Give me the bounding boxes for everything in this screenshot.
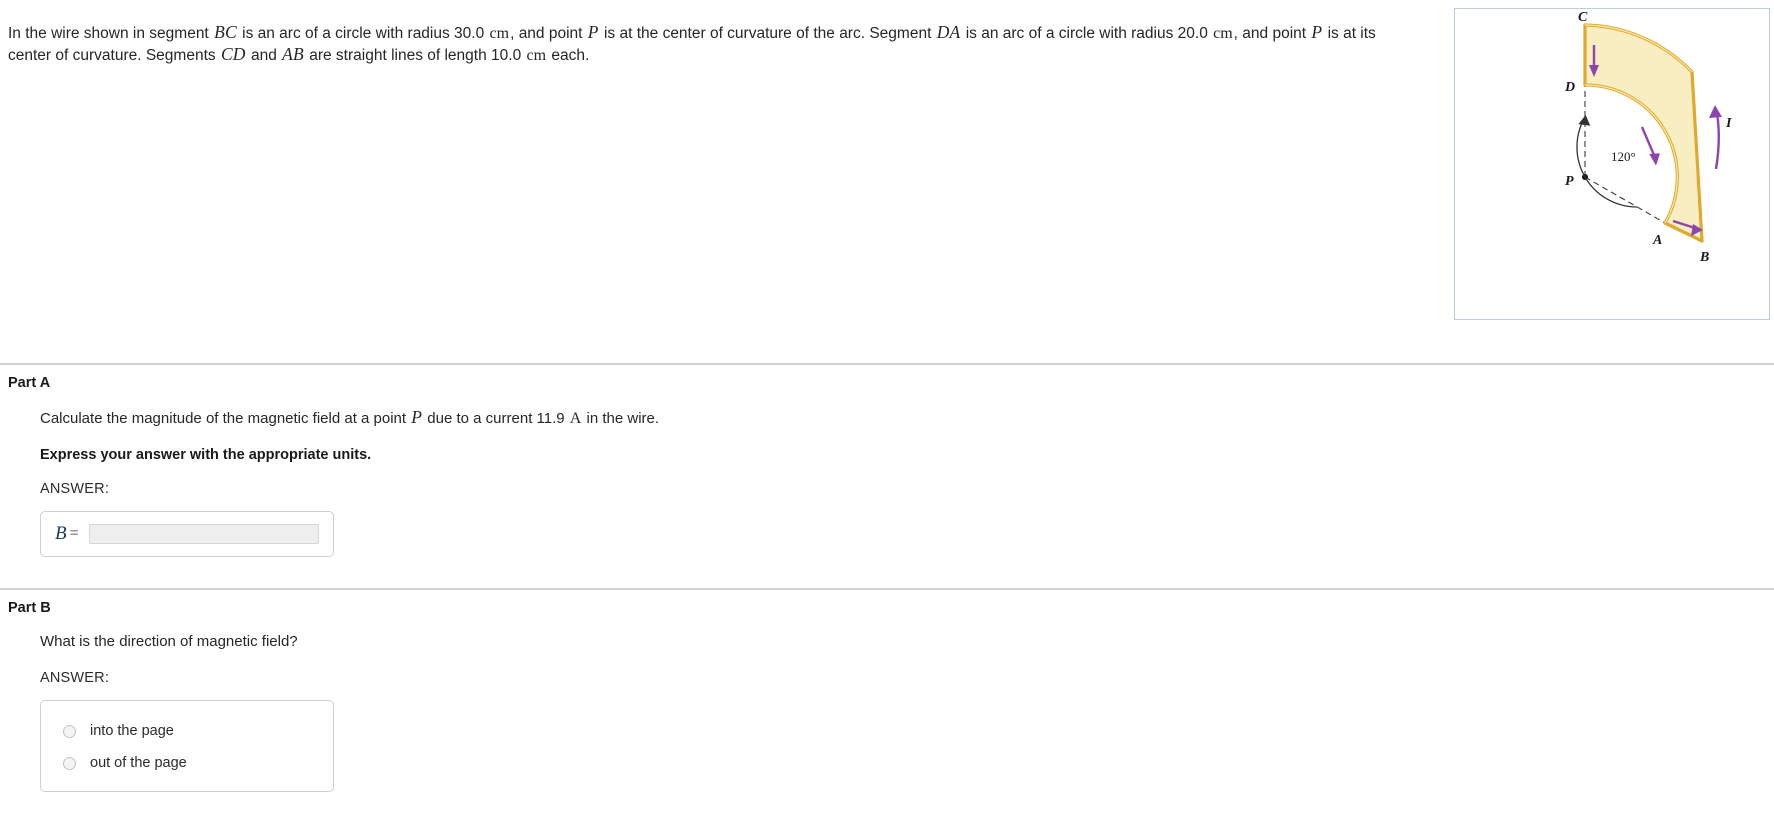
equals-sign: = (69, 525, 79, 542)
figure-label-p: P (1565, 174, 1574, 189)
figure-label-angle: 120° (1611, 149, 1636, 164)
section-divider-part-b (0, 588, 1774, 590)
figure-label-b: B (1699, 250, 1709, 265)
math-variable: P (1311, 21, 1323, 42)
part-b-answer-box: into the page out of the page (40, 700, 334, 792)
part-a-prompt: Calculate the magnitude of the magnetic … (40, 407, 660, 427)
math-unit: cm (526, 46, 547, 64)
math-variable: P (587, 21, 599, 42)
part-a-title: Part A (8, 375, 51, 391)
part-b-prompt: What is the direction of magnetic field? (40, 633, 298, 650)
part-a-answer-box: B = (40, 511, 334, 557)
field-symbol-b: B (55, 523, 67, 544)
math-unit: A (569, 410, 582, 427)
section-divider-part-a (0, 363, 1774, 365)
radio-button-icon[interactable] (63, 724, 76, 738)
problem-figure-panel: C D P A B I 120° (1454, 8, 1770, 320)
math-variable: AB (282, 43, 304, 64)
figure-label-current: I (1725, 116, 1732, 131)
radio-option-label: into the page (90, 723, 174, 739)
math-variable: CD (220, 43, 246, 64)
math-variable: P (411, 407, 423, 427)
radio-option-into-the-page[interactable]: into the page (41, 715, 333, 747)
part-a-answer-label: ANSWER: (40, 481, 110, 497)
part-b-answer-label: ANSWER: (40, 670, 110, 686)
part-b-section: Part B What is the direction of magnetic… (0, 600, 1774, 792)
radio-option-out-of-the-page[interactable]: out of the page (41, 747, 333, 779)
figure-label-c: C (1578, 10, 1588, 25)
radio-option-label: out of the page (90, 755, 187, 771)
math-variable: BC (214, 21, 237, 42)
part-b-title: Part B (8, 600, 51, 616)
problem-statement-region: In the wire shown in segment BC is an ar… (0, 0, 1774, 330)
math-unit: cm (489, 24, 510, 42)
math-variable: DA (936, 21, 961, 42)
math-unit: cm (1213, 24, 1233, 42)
part-a-instruction: Express your answer with the appropriate… (40, 447, 372, 463)
part-a-answer-input[interactable] (88, 524, 319, 544)
figure-label-a: A (1652, 233, 1662, 248)
problem-statement-text: In the wire shown in segment BC is an ar… (8, 21, 1376, 64)
part-a-section: Part A Calculate the magnitude of the ma… (0, 375, 1774, 557)
figure-label-d: D (1564, 80, 1575, 95)
wire-arc-figure: C D P A B I 120° (1564, 10, 1732, 265)
radio-button-icon[interactable] (63, 756, 76, 770)
